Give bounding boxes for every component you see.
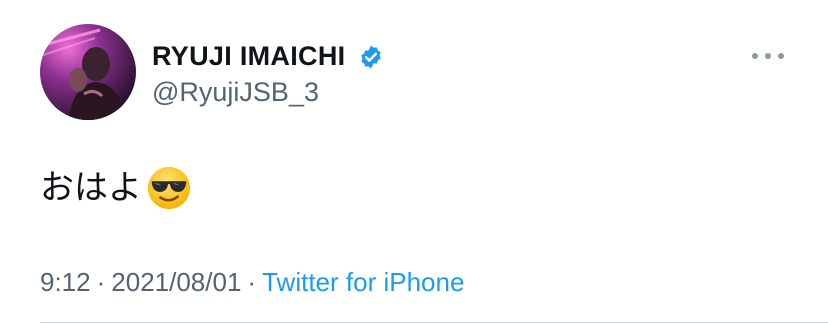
verified-badge-icon [361, 45, 381, 69]
display-name[interactable]: RYUJI IMAICHI [152, 40, 345, 72]
tweet-card: RYUJI IMAICHI @RyujiJSB_3 おはよ 9:12 · 2021/ [0, 0, 828, 324]
separator: · [96, 267, 106, 297]
tweet-text: おはよ [40, 166, 192, 210]
tweet-date[interactable]: 2021/08/01 [111, 267, 241, 297]
tweet-time[interactable]: 9:12 [40, 267, 91, 297]
dot [752, 53, 758, 59]
dot [765, 53, 771, 59]
user-handle[interactable]: @RyujiJSB_3 [152, 76, 319, 108]
sunglasses-emoji-icon [147, 166, 191, 210]
tweet-metadata: 9:12 · 2021/08/01 · Twitter for iPhone [40, 266, 464, 298]
separator: · [247, 267, 257, 297]
avatar[interactable] [40, 24, 136, 120]
divider [40, 322, 828, 323]
more-options-icon[interactable] [752, 44, 784, 68]
profile-photo-icon [40, 24, 136, 120]
tweet-body: おはよ [40, 168, 142, 208]
dot [778, 53, 784, 59]
tweet-source-link[interactable]: Twitter for iPhone [262, 267, 464, 297]
